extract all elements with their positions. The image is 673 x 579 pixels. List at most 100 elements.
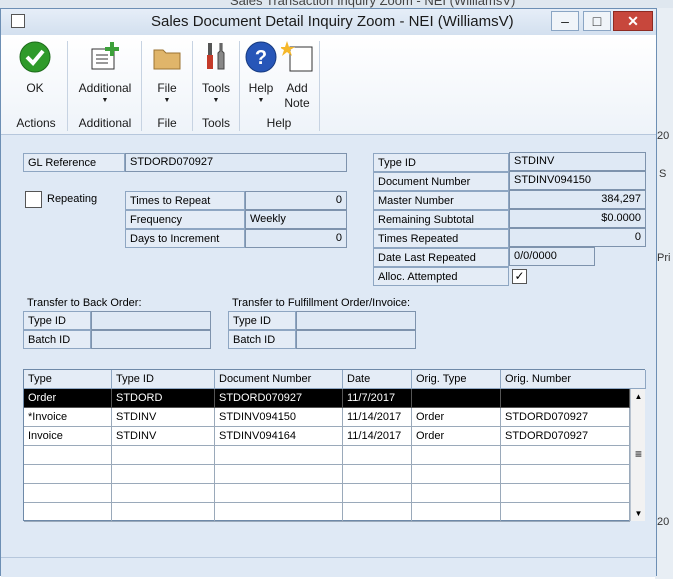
table-row[interactable]: Order STDORD STDORD070927 11/7/2017: [24, 389, 630, 408]
table-cell[interactable]: [215, 446, 343, 465]
tfo-type-id-field[interactable]: [296, 311, 416, 330]
title-bar[interactable]: Sales Document Detail Inquiry Zoom - NEI…: [1, 9, 656, 35]
type-id-field[interactable]: STDINV: [509, 152, 646, 171]
table-cell[interactable]: [343, 446, 412, 465]
remaining-subtotal-field[interactable]: $0.0000: [509, 209, 646, 228]
days-to-increment-field[interactable]: 0: [245, 229, 347, 248]
grid-header-orig-number[interactable]: Orig. Number: [501, 370, 646, 389]
scroll-grip-icon[interactable]: ≡: [631, 447, 646, 462]
table-cell[interactable]: [24, 503, 112, 522]
table-cell[interactable]: Order: [24, 389, 112, 408]
table-cell[interactable]: [501, 484, 630, 503]
table-cell[interactable]: *Invoice: [24, 408, 112, 427]
additional-button[interactable]: Additional ▼: [73, 41, 137, 113]
gl-reference-field[interactable]: STDORD070927: [125, 153, 347, 172]
table-cell[interactable]: 11/14/2017: [343, 427, 412, 446]
table-row[interactable]: [24, 446, 630, 465]
table-row[interactable]: [24, 503, 630, 522]
table-cell[interactable]: STDINV094150: [215, 408, 343, 427]
table-cell[interactable]: [412, 465, 501, 484]
add-note-button[interactable]: Add Note: [279, 41, 315, 113]
table-cell[interactable]: Invoice: [24, 427, 112, 446]
maximize-button[interactable]: □: [583, 11, 611, 31]
alloc-attempted-label: Alloc. Attempted: [373, 267, 509, 286]
grid-header-type[interactable]: Type: [24, 370, 112, 389]
table-cell[interactable]: [215, 503, 343, 522]
table-row[interactable]: [24, 465, 630, 484]
table-cell[interactable]: [501, 465, 630, 484]
table-cell[interactable]: STDORD070927: [215, 389, 343, 408]
help-label: Help: [248, 81, 274, 95]
add-note-label-line2: Note: [284, 96, 310, 110]
file-button[interactable]: File ▼: [147, 41, 187, 113]
table-cell[interactable]: STDORD: [112, 389, 215, 408]
additional-icon: [91, 42, 119, 70]
tbo-batch-id-field[interactable]: [91, 330, 211, 349]
grid-vertical-scrollbar[interactable]: ▲ ≡ ▼: [630, 389, 645, 521]
tbo-type-id-field[interactable]: [91, 311, 211, 330]
table-cell[interactable]: [412, 446, 501, 465]
table-cell[interactable]: 11/14/2017: [343, 408, 412, 427]
times-to-repeat-field[interactable]: 0: [245, 191, 347, 210]
tfo-type-id-label: Type ID: [228, 311, 296, 330]
table-row[interactable]: [24, 484, 630, 503]
document-number-label: Document Number: [373, 172, 509, 191]
table-cell[interactable]: [412, 389, 501, 408]
table-cell[interactable]: Order: [412, 427, 501, 446]
gl-reference-label: GL Reference: [23, 153, 125, 172]
table-row[interactable]: Invoice STDINV STDINV094164 11/14/2017 Order…: [24, 427, 630, 446]
scroll-up-icon[interactable]: ▲: [631, 389, 646, 404]
table-cell[interactable]: [24, 465, 112, 484]
table-cell[interactable]: [112, 503, 215, 522]
scroll-down-icon[interactable]: ▼: [631, 506, 646, 521]
table-cell[interactable]: 11/7/2017: [343, 389, 412, 408]
form-body: GL Reference STDORD070927 Repeating Time…: [1, 136, 656, 577]
tools-icon: [207, 43, 225, 70]
table-cell[interactable]: STDINV: [112, 408, 215, 427]
frequency-field[interactable]: Weekly: [245, 210, 347, 229]
table-cell[interactable]: [501, 503, 630, 522]
dropdown-arrow-icon: ▼: [212, 97, 220, 104]
close-button[interactable]: ✕: [613, 11, 653, 31]
tools-button[interactable]: Tools ▼: [196, 41, 236, 113]
table-cell[interactable]: [343, 503, 412, 522]
window-icon[interactable]: [11, 14, 25, 28]
background-fragment: 20: [657, 130, 670, 142]
table-cell[interactable]: [24, 446, 112, 465]
table-cell[interactable]: [215, 465, 343, 484]
table-cell[interactable]: [343, 465, 412, 484]
table-cell[interactable]: [501, 389, 630, 408]
times-repeated-field[interactable]: 0: [509, 228, 646, 247]
table-cell[interactable]: STDINV: [112, 427, 215, 446]
table-cell[interactable]: STDORD070927: [501, 427, 630, 446]
table-cell[interactable]: STDORD070927: [501, 408, 630, 427]
master-number-field[interactable]: 384,297: [509, 190, 646, 209]
date-last-repeated-field[interactable]: 0/0/0000: [509, 247, 595, 266]
table-cell[interactable]: [24, 484, 112, 503]
table-cell[interactable]: [343, 484, 412, 503]
table-cell[interactable]: [412, 503, 501, 522]
table-cell[interactable]: Order: [412, 408, 501, 427]
table-cell[interactable]: [215, 484, 343, 503]
tfo-batch-id-field[interactable]: [296, 330, 416, 349]
table-cell[interactable]: [112, 446, 215, 465]
ok-button[interactable]: OK: [17, 41, 53, 103]
grid-header-document-number[interactable]: Document Number: [215, 370, 343, 389]
grid-header-type-id[interactable]: Type ID: [112, 370, 215, 389]
grid-header-orig-type[interactable]: Orig. Type: [412, 370, 501, 389]
table-cell[interactable]: STDINV094164: [215, 427, 343, 446]
document-number-field[interactable]: STDINV094150: [509, 171, 646, 190]
table-cell[interactable]: [501, 446, 630, 465]
table-cell[interactable]: [412, 484, 501, 503]
table-row[interactable]: *Invoice STDINV STDINV094150 11/14/2017 Orde…: [24, 408, 630, 427]
table-cell[interactable]: [112, 465, 215, 484]
minimize-button[interactable]: –: [551, 11, 579, 31]
master-number-label: Master Number: [373, 191, 509, 210]
help-button[interactable]: ? Help ▼: [243, 41, 279, 113]
table-cell[interactable]: [112, 484, 215, 503]
alloc-attempted-checkbox[interactable]: ✓: [512, 269, 527, 284]
grid-header-date[interactable]: Date: [343, 370, 412, 389]
group-label-file: File: [157, 116, 177, 130]
dropdown-arrow-icon: ▼: [101, 97, 109, 104]
repeating-checkbox[interactable]: [25, 191, 42, 208]
